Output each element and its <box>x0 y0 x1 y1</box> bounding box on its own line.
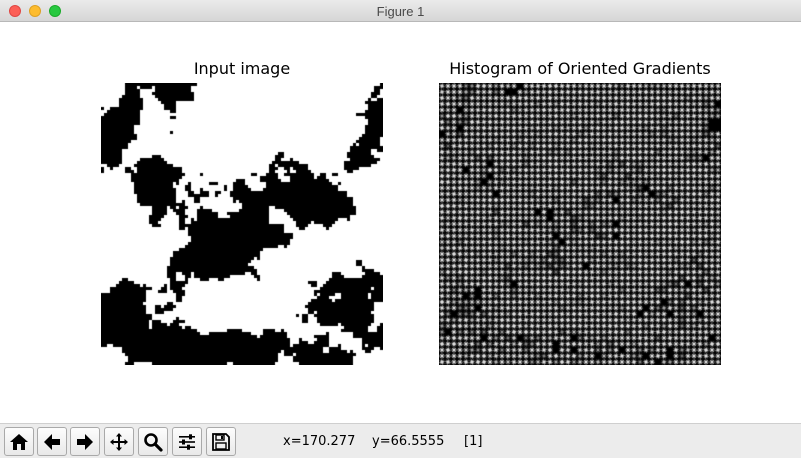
input-image <box>101 83 383 365</box>
figure-window: Figure 1 Input image Histogram of Orient… <box>0 0 801 458</box>
y-coordinate-readout: y=66.5555 <box>372 434 445 449</box>
hog-axes[interactable] <box>439 83 721 365</box>
zoom-icon <box>143 432 163 452</box>
navigation-toolbar: x=170.277 y=66.5555 [1] <box>0 423 801 458</box>
home-button[interactable] <box>4 427 34 456</box>
configure-subplots-button[interactable] <box>172 427 202 456</box>
sliders-icon <box>177 432 197 452</box>
x-coordinate-readout: x=170.277 <box>283 434 356 449</box>
hog-image <box>439 83 721 365</box>
window-title: Figure 1 <box>376 4 425 19</box>
home-icon <box>9 432 29 452</box>
hog-title: Histogram of Oriented Gradients <box>449 59 711 78</box>
title-bar[interactable]: Figure 1 <box>0 0 801 22</box>
back-button[interactable] <box>37 427 67 456</box>
input-image-title: Input image <box>193 59 291 78</box>
forward-button[interactable] <box>70 427 100 456</box>
pixel-value-readout: [1] <box>464 434 483 449</box>
pan-button[interactable] <box>104 427 134 456</box>
zoom-button[interactable] <box>138 427 168 456</box>
move-icon <box>109 432 129 452</box>
save-button[interactable] <box>206 427 236 456</box>
arrow-left-icon <box>42 432 62 452</box>
input-image-axes[interactable] <box>101 83 383 365</box>
arrow-right-icon <box>75 432 95 452</box>
figure-canvas[interactable]: Input image Histogram of Oriented Gradie… <box>0 23 801 423</box>
save-icon <box>211 432 231 452</box>
